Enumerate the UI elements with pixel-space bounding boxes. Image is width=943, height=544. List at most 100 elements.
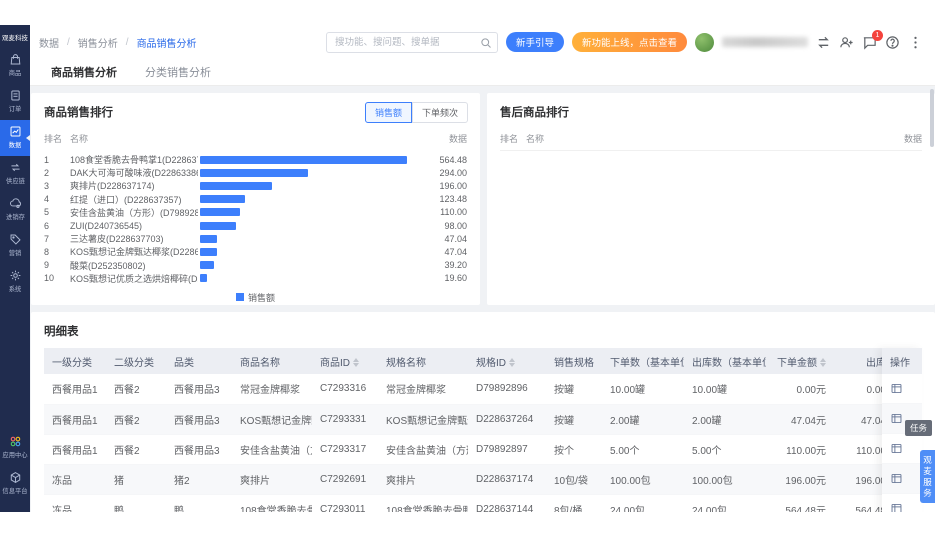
sort-icon[interactable]: [509, 358, 515, 368]
empty-list-body: [500, 151, 922, 291]
sidebar-item-营销[interactable]: 营销: [0, 228, 30, 264]
bar-track: [200, 221, 411, 230]
detail-table-scroll[interactable]: 一级分类 二级分类 品类 商品名称 商品ID 规格名称 规格ID 销售规格 下单数（基本单位） 出…: [44, 348, 882, 512]
new-feature-button[interactable]: 新功能上线，点击查看: [571, 32, 687, 52]
inventory-icon: [9, 197, 22, 210]
table-cell: 564.48元: [766, 494, 834, 512]
sidebar-item-数据[interactable]: 数据: [0, 120, 30, 156]
column-header: 出库金: [834, 348, 882, 374]
tab-product-sales-analysis[interactable]: 商品销售分析: [39, 59, 129, 85]
app-window: 观麦科技 商品 订单 数据 供应链 进销存 营销 系统 应用中心 信息平台 数据 / 销售分析…: [0, 25, 935, 512]
rank-number: 9: [44, 260, 50, 271]
table-cell: 西餐2: [106, 404, 166, 435]
table-cell: 西餐用品3: [166, 404, 232, 435]
rank-list-header: 排名 名称 数据: [500, 132, 922, 151]
row-action-button[interactable]: [882, 374, 922, 404]
column-header[interactable]: 规格ID: [468, 348, 546, 374]
table-cell: 鸭: [166, 494, 232, 512]
bar-track: [200, 195, 411, 204]
table-cell: 10.00罐: [684, 374, 766, 405]
table-cell: 西餐用品1: [44, 374, 106, 405]
sidebar-item-供应链[interactable]: 供应链: [0, 156, 30, 192]
sidebar-item-label: 营销: [8, 250, 22, 257]
table-cell: C7293011: [312, 494, 378, 512]
avatar[interactable]: [695, 32, 714, 52]
sales-value: 123.48: [439, 194, 467, 205]
column-header: 品类: [166, 348, 232, 374]
row-action-button[interactable]: [882, 434, 922, 464]
column-header[interactable]: 出库数（基本单位）: [684, 348, 766, 374]
table-cell: 西餐用品3: [166, 434, 232, 465]
chart-legend: 销售额: [44, 291, 467, 304]
column-label: 一级分类: [52, 357, 92, 369]
detail-table-title: 明细表: [44, 326, 79, 338]
search-input[interactable]: [325, 31, 498, 53]
search-icon[interactable]: [480, 36, 492, 48]
bar-track: [200, 208, 411, 217]
invite-user-icon[interactable]: [839, 35, 854, 50]
sort-icon[interactable]: [820, 358, 826, 368]
switch-account-icon[interactable]: [816, 35, 831, 50]
column-header[interactable]: 下单金额: [766, 348, 834, 374]
message-icon[interactable]: 1: [862, 29, 883, 50]
sales-bar: [200, 168, 308, 177]
column-header[interactable]: 商品ID: [312, 348, 378, 374]
help-icon[interactable]: [885, 35, 900, 50]
table-cell: 安佳含盐黄油（方形）: [232, 434, 312, 465]
table-cell: 西餐用品3: [166, 374, 232, 405]
sidebar-main-items: 商品 订单数据供应链 进销存营销系统: [0, 48, 30, 300]
sidebar-item-信息平台[interactable]: 信息平台: [0, 466, 30, 502]
table-cell: 0.00元: [834, 374, 882, 405]
breadcrumb-root[interactable]: 数据: [39, 35, 59, 50]
column-label: 规格ID: [476, 357, 506, 369]
table-cell: 2.00罐: [602, 404, 684, 435]
toggle-order-frequency[interactable]: 下单频次: [411, 102, 468, 123]
sidebar-item-label: 数据: [8, 142, 22, 149]
tab-category-sales-analysis[interactable]: 分类销售分析: [133, 59, 223, 85]
table-cell: 110.00元: [766, 434, 834, 465]
product-name: 安佳含盐黄油（方形）(D79892897): [70, 207, 198, 218]
table-cell: 110.00元: [834, 434, 882, 465]
table-cell: 按个: [546, 434, 602, 465]
sidebar-item-应用中心[interactable]: 应用中心: [0, 430, 30, 466]
analysis-tabs: 商品销售分析 分类销售分析: [30, 59, 935, 86]
table-cell: C7293317: [312, 434, 378, 465]
column-label: 商品ID: [320, 357, 350, 369]
sidebar-item-label: 信息平台: [2, 488, 28, 495]
vertical-scrollbar[interactable]: [930, 89, 934, 147]
table-cell: KOS甄想记金牌甄达椰浆: [232, 404, 312, 435]
after-sales-rank-panel: 售后商品排行 排名 名称 数据: [487, 93, 935, 305]
sidebar-item-订单[interactable]: 订单: [0, 84, 30, 120]
sidebar-item-商品[interactable]: 商品: [0, 48, 30, 84]
table-cell: C7293331: [312, 404, 378, 435]
breadcrumb-section[interactable]: 销售分析: [78, 35, 118, 50]
sales-bar: [200, 221, 236, 230]
table-cell: 24.00包: [602, 494, 684, 512]
sidebar-item-系统[interactable]: 系统: [0, 264, 30, 300]
rank-row: 7 三达薯皮(D228637703) 47.04: [44, 232, 467, 245]
table-cell: 2.00罐: [684, 404, 766, 435]
breadcrumb-separator: /: [67, 36, 70, 48]
sidebar-bottom-items: 应用中心 信息平台: [0, 430, 30, 512]
panel-title: 售后商品排行: [500, 107, 569, 119]
more-icon[interactable]: [908, 35, 923, 50]
col-name: 名称: [70, 134, 89, 144]
beginner-guide-button[interactable]: 新手引导: [505, 32, 564, 52]
sort-icon[interactable]: [353, 358, 359, 368]
column-label: 规格名称: [386, 357, 426, 369]
main-area: 数据 / 销售分析 / 商品销售分析 新手引导 新功能上线，点击查看: [30, 25, 935, 512]
row-action-button[interactable]: [882, 464, 922, 494]
sales-bar: [200, 247, 218, 256]
task-floating-tag[interactable]: 任务: [904, 420, 932, 436]
col-rank: 排名: [500, 134, 519, 144]
col-data: 数据: [448, 134, 467, 144]
sidebar-item-进销存[interactable]: 进销存: [0, 192, 30, 228]
service-floating-tab[interactable]: 观麦服务: [920, 450, 935, 504]
row-action-button[interactable]: [882, 494, 922, 512]
table-cell: 5.00个: [684, 434, 766, 465]
product-name: 爽排片(D228637174): [70, 181, 155, 192]
column-header: 销售规格: [546, 348, 602, 374]
column-label: 商品名称: [240, 357, 280, 369]
column-header[interactable]: 下单数（基本单位）: [602, 348, 684, 374]
toggle-sales-amount[interactable]: 销售额: [364, 102, 412, 123]
